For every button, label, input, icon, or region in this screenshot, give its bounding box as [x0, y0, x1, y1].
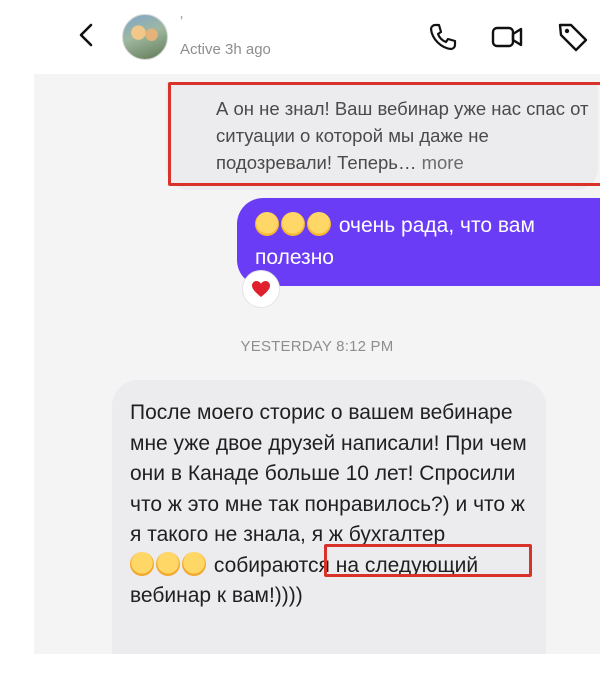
message-timestamp: YESTERDAY 8:12 PM	[240, 338, 394, 355]
outgoing-message-bubble[interactable]: очень рада, что вам полезно	[237, 198, 600, 286]
back-arrow-icon[interactable]	[72, 20, 102, 50]
red-heart-icon	[252, 281, 270, 297]
chat-header: ' Active 3h ago	[0, 0, 600, 74]
avatar[interactable]	[122, 14, 168, 60]
outgoing-message-text: очень рада, что вам полезно	[255, 210, 600, 274]
message-text: После моего сторис о вашем вебинаре мне …	[130, 401, 527, 546]
smiling-face-with-open-hands-icon	[255, 212, 279, 236]
rolling-on-the-floor-laughing-icon	[130, 551, 154, 576]
tag-icon[interactable]	[556, 20, 590, 54]
smiling-face-with-open-hands-icon	[307, 212, 331, 236]
heart-reaction[interactable]	[242, 270, 280, 308]
rolling-on-the-floor-laughing-icon	[182, 551, 206, 576]
message-thread[interactable]: А он не знал! Ваш вебинар уже нас спас о…	[34, 74, 600, 654]
incoming-message-text: После моего сторис о вашем вебинаре мне …	[130, 398, 538, 612]
active-status: Active 3h ago	[180, 41, 271, 58]
rolling-on-the-floor-laughing-icon	[156, 551, 180, 576]
highlight-box	[324, 544, 532, 577]
video-camera-icon[interactable]	[490, 20, 524, 54]
incoming-message-bubble[interactable]: После моего сторис о вашем вебинаре мне …	[112, 380, 546, 654]
phone-icon[interactable]	[426, 20, 460, 54]
contact-name[interactable]: '	[180, 14, 183, 32]
smiling-face-with-open-hands-icon	[281, 212, 305, 236]
highlight-box	[168, 82, 600, 186]
